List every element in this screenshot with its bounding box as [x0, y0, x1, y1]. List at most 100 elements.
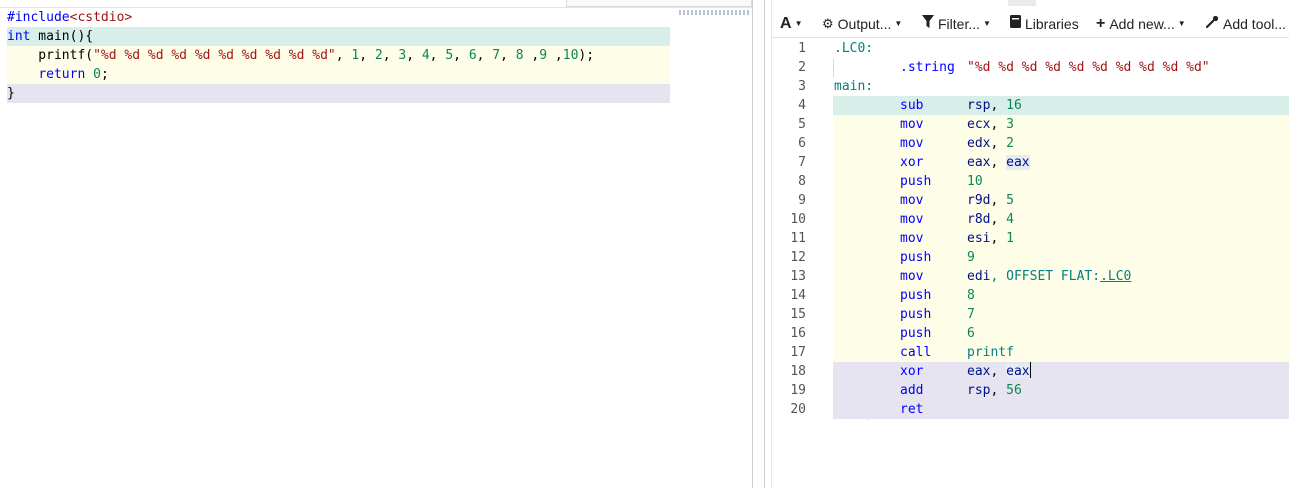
operand-token: 6: [967, 326, 975, 341]
asm-line[interactable]: mov edi, OFFSET FLAT:.LC0: [833, 267, 1289, 286]
code-token: 9: [539, 48, 548, 63]
operand-token: printf: [967, 345, 1014, 360]
operand-token: r9d: [967, 193, 991, 208]
asm-line[interactable]: xor eax, eax: [833, 362, 1289, 381]
operand-token: 5: [1006, 193, 1014, 208]
libraries-button[interactable]: Libraries: [1010, 13, 1079, 35]
asm-line[interactable]: push 9: [833, 248, 1289, 267]
filter-icon: [922, 13, 934, 35]
code-token: 2: [374, 48, 383, 63]
code-token: ,: [453, 48, 469, 63]
asm-line[interactable]: .LC0:: [833, 39, 1289, 58]
asm-line[interactable]: mov esi, 1: [833, 229, 1289, 248]
operand-token: eax: [967, 364, 991, 379]
asm-operands: eax, eax: [967, 362, 1031, 381]
operand-token: ,: [990, 193, 1007, 208]
source-line[interactable]: printf("%d %d %d %d %d %d %d %d %d %d", …: [7, 46, 670, 65]
operand-token: eax: [1006, 155, 1030, 170]
asm-operands: eax, eax: [967, 153, 1030, 172]
asm-line[interactable]: push 6: [833, 324, 1289, 343]
asm-line[interactable]: mov r8d, 4: [833, 210, 1289, 229]
line-number: 13: [790, 269, 806, 284]
asm-operands: r8d, 4: [967, 210, 1014, 229]
code-token: ,: [359, 48, 375, 63]
plus-icon: +: [1096, 15, 1106, 32]
source-line[interactable]: int main(){: [7, 27, 670, 46]
line-number: 8: [798, 174, 806, 189]
operand-token: r8d: [967, 212, 991, 227]
code-token: ,: [523, 48, 540, 63]
code-token: 7: [492, 48, 501, 63]
add-tool-dropdown[interactable]: Add tool...: [1205, 13, 1286, 35]
asm-mnemonic: push: [900, 326, 932, 341]
asm-line[interactable]: mov edx, 2: [833, 134, 1289, 153]
code-token: 5: [445, 48, 454, 63]
operand-token: "%d %d %d %d %d %d %d %d %d %d": [967, 60, 1210, 75]
filter-dropdown[interactable]: Filter... ▼: [922, 13, 991, 35]
operand-token: ,: [990, 117, 1007, 132]
code-token: main(){: [30, 29, 94, 44]
operand-token: ecx: [967, 117, 991, 132]
operand-token: 56: [1006, 383, 1022, 398]
asm-operands: 6: [967, 324, 975, 343]
operand-token: eax: [1006, 364, 1030, 379]
asm-line[interactable]: .string "%d %d %d %d %d %d %d %d %d %d": [833, 58, 1289, 77]
asm-line[interactable]: main:: [833, 77, 1289, 96]
source-line[interactable]: #include<cstdio>: [7, 8, 670, 27]
asm-mnemonic: add: [900, 383, 924, 398]
asm-line[interactable]: push 10: [833, 172, 1289, 191]
output-dropdown[interactable]: ⚙ Output... ▼: [822, 13, 902, 35]
asm-line[interactable]: ret: [833, 400, 1289, 419]
editor-tab-strip: [566, 0, 752, 7]
source-line[interactable]: }: [7, 84, 670, 103]
asm-operands: edx, 2: [967, 134, 1014, 153]
operand-token: ,: [990, 136, 1007, 151]
code-token: ,: [382, 48, 399, 63]
asm-mnemonic: mov: [900, 117, 924, 132]
book-icon: [1010, 13, 1021, 35]
asm-operands: ecx, 3: [967, 115, 1014, 134]
wrench-icon: [1205, 13, 1219, 35]
source-line[interactable]: return 0;: [7, 65, 670, 84]
line-number: 12: [790, 250, 806, 265]
operand-token: ,: [990, 364, 1007, 379]
asm-line[interactable]: add rsp, 56: [833, 381, 1289, 400]
asm-line[interactable]: mov r9d, 5: [833, 191, 1289, 210]
operand-token: 4: [1006, 212, 1014, 227]
asm-operands: 10: [967, 172, 983, 191]
asm-line[interactable]: push 7: [833, 305, 1289, 324]
code-token: ,: [429, 48, 446, 63]
font-size-button[interactable]: A ▼: [780, 13, 802, 35]
compiler-output-pane: A ▼ ⚙ Output... ▼ Filter... ▼ Libraries …: [772, 0, 1289, 488]
font-size-label: A: [780, 15, 792, 32]
operand-token: rsp: [967, 98, 991, 113]
asm-label: .LC0:: [834, 41, 874, 56]
asm-line[interactable]: sub rsp, 16: [833, 96, 1289, 115]
asm-line[interactable]: push 8: [833, 286, 1289, 305]
operand-token: 10: [967, 174, 983, 189]
asm-mnemonic: ret: [900, 402, 924, 417]
asm-mnemonic: mov: [900, 193, 924, 208]
asm-line[interactable]: xor eax, eax: [833, 153, 1289, 172]
line-number: 7: [798, 155, 806, 170]
minimap[interactable]: [679, 10, 749, 15]
line-number: 1: [798, 41, 806, 56]
operand-token: rsp: [967, 383, 991, 398]
asm-label: main:: [834, 79, 874, 94]
asm-line[interactable]: mov ecx, 3: [833, 115, 1289, 134]
pane-splitter[interactable]: [752, 0, 772, 488]
label-link[interactable]: .LC0: [1100, 269, 1131, 284]
code-token: <cstdio>: [69, 10, 133, 25]
asm-operands: rsp, 56: [967, 381, 1022, 400]
code-token: printf(: [7, 48, 94, 63]
asm-operands: 9: [967, 248, 975, 267]
asm-line[interactable]: call printf: [833, 343, 1289, 362]
source-editor[interactable]: #include<cstdio> int main(){ printf("%d %…: [0, 0, 752, 488]
code-token: 3: [398, 48, 407, 63]
operand-token: 3: [1006, 117, 1014, 132]
line-number: 6: [798, 136, 806, 151]
line-number: 10: [790, 212, 806, 227]
line-number: 16: [790, 326, 806, 341]
add-new-dropdown[interactable]: + Add new... ▼: [1096, 13, 1186, 35]
code-token: ,: [476, 48, 493, 63]
